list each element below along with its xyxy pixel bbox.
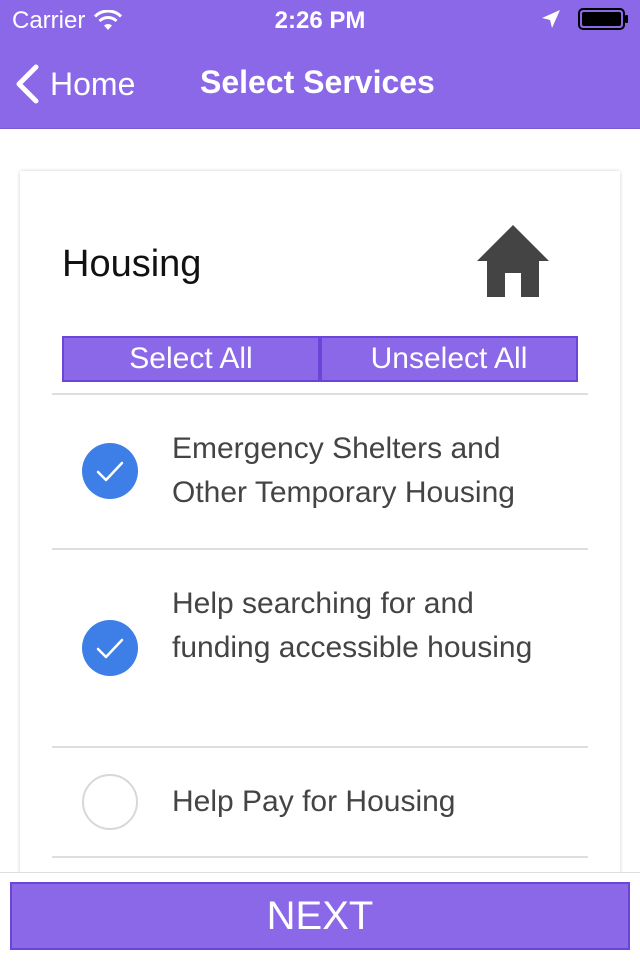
back-label: Home	[50, 65, 136, 102]
chevron-left-icon	[14, 64, 40, 104]
back-button[interactable]: Home	[14, 62, 135, 106]
checkbox-unchecked[interactable]	[82, 774, 138, 830]
unselect-all-button[interactable]: Unselect All	[320, 336, 578, 382]
list-item-label: Emergency Shelters and Other Temporary H…	[172, 432, 515, 509]
selection-button-row: Select All Unselect All	[62, 336, 578, 384]
footer-bar: NEXT	[0, 872, 640, 961]
content-area[interactable]: Housing Select All Unselect All Emergenc…	[0, 129, 640, 872]
location-arrow-icon	[540, 8, 562, 30]
checkbox-checked[interactable]	[82, 443, 138, 499]
list-item-label: Help searching for and funding accessibl…	[172, 587, 533, 664]
category-title: Housing	[62, 243, 202, 285]
navigation-bar: Home Select Services	[0, 40, 640, 128]
list-item[interactable]: Help searching for and funding accessibl…	[52, 550, 588, 746]
app-header: Carrier 2:26 PM Home Select Services	[0, 0, 640, 129]
select-all-button[interactable]: Select All	[62, 336, 320, 382]
next-button[interactable]: NEXT	[10, 882, 630, 950]
battery-icon	[578, 7, 630, 31]
checkmark-icon	[96, 461, 124, 482]
service-list: Emergency Shelters and Other Temporary H…	[52, 393, 588, 858]
status-right-icons	[540, 7, 630, 31]
status-bar: Carrier 2:26 PM	[0, 0, 640, 40]
service-category-card: Housing Select All Unselect All Emergenc…	[20, 171, 620, 872]
list-item-label: Help Pay for Housing	[172, 785, 456, 818]
list-item[interactable]: Help Pay for Housing	[52, 748, 588, 856]
page-title: Select Services	[200, 64, 435, 100]
checkbox-checked[interactable]	[82, 620, 138, 676]
list-item[interactable]: Emergency Shelters and Other Temporary H…	[52, 395, 588, 548]
divider	[52, 856, 588, 858]
house-icon	[475, 223, 551, 299]
checkmark-icon	[96, 638, 124, 659]
